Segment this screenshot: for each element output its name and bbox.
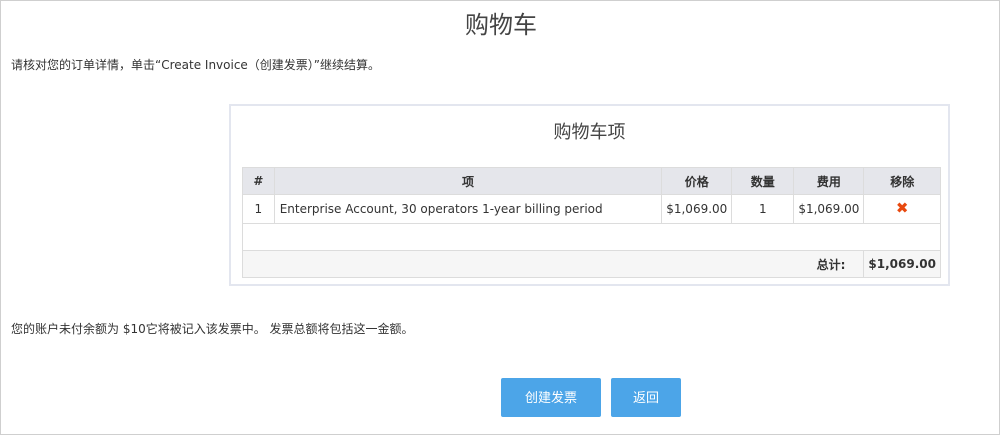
row-remove-cell: ✖ <box>863 194 941 224</box>
row-quantity: 1 <box>731 194 795 224</box>
cart-panel: 购物车项 # 项 价格 数量 费用 移除 1 Enterprise Accoun… <box>229 104 950 286</box>
balance-note: 您的账户未付余额为 $10它将被记入该发票中。 发票总额将包括这一金额。 <box>11 322 414 336</box>
cart-table-header: # 项 价格 数量 费用 移除 <box>242 167 941 195</box>
row-item: Enterprise Account, 30 operators 1-year … <box>273 194 663 224</box>
column-header-remove: 移除 <box>863 167 941 195</box>
empty-row <box>242 223 941 251</box>
row-num: 1 <box>242 194 275 224</box>
instruction-text: 请核对您的订单详情，单击“Create Invoice（创建发票）”继续结算。 <box>11 58 381 72</box>
cart-panel-title: 购物车项 <box>553 122 626 143</box>
column-header-num: # <box>242 167 275 195</box>
page-frame: 购物车 请核对您的订单详情，单击“Create Invoice（创建发票）”继续… <box>0 0 1000 435</box>
table-row: 1 Enterprise Account, 30 operators 1-yea… <box>242 194 941 224</box>
column-header-fee: 费用 <box>793 167 865 195</box>
back-button[interactable]: 返回 <box>611 378 681 417</box>
total-value: $1,069.00 <box>863 250 941 278</box>
column-header-quantity: 数量 <box>731 167 795 195</box>
column-header-item: 项 <box>273 167 663 195</box>
row-price: $1,069.00 <box>661 194 733 224</box>
create-invoice-button[interactable]: 创建发票 <box>501 378 601 417</box>
empty-cell <box>242 223 941 251</box>
page-title: 购物车 <box>465 11 537 39</box>
close-x-icon[interactable]: ✖ <box>896 201 909 216</box>
cart-table: # 项 价格 数量 费用 移除 1 Enterprise Account, 30… <box>241 167 941 278</box>
total-label: 总计: <box>241 250 865 278</box>
column-header-price: 价格 <box>661 167 733 195</box>
row-fee: $1,069.00 <box>793 194 865 224</box>
total-row: 总计: $1,069.00 <box>241 250 941 278</box>
